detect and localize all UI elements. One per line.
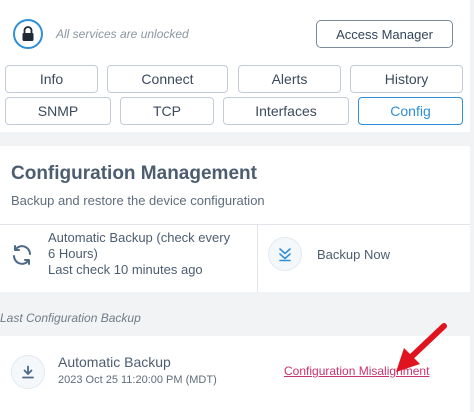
tab-config[interactable]: Config (358, 97, 463, 125)
top-status-bar: All services are unlocked Access Manager (0, 0, 470, 62)
unlock-status-text: All services are unlocked (56, 27, 189, 41)
tab-history[interactable]: History (350, 65, 463, 93)
last-backup-section-label: Last Configuration Backup (0, 311, 141, 325)
divider (0, 224, 470, 225)
auto-backup-line: Automatic Backup (check every (48, 230, 231, 245)
backup-name: Automatic Backup (58, 354, 171, 370)
divider (257, 224, 258, 292)
lock-icon (13, 19, 43, 49)
tab-tcp[interactable]: TCP (120, 97, 214, 125)
tab-snmp[interactable]: SNMP (5, 97, 111, 125)
backup-timestamp: 2023 Oct 25 11:20:00 PM (MDT) (58, 374, 217, 386)
double-chevron-down-icon (268, 237, 302, 271)
tab-bar: Info Connect Alerts History SNMP TCP Int… (0, 62, 470, 132)
last-check-text: Last check 10 minutes ago (48, 262, 203, 277)
backup-now-label: Backup Now (317, 246, 390, 262)
backup-now-button[interactable]: Backup Now (268, 234, 448, 274)
tab-connect[interactable]: Connect (107, 65, 228, 93)
tab-alerts[interactable]: Alerts (238, 65, 341, 93)
sync-icon (10, 243, 34, 272)
auto-backup-line: 6 Hours) (48, 246, 98, 261)
panel-subtitle: Backup and restore the device configurat… (11, 193, 265, 208)
download-icon[interactable] (11, 355, 45, 389)
configuration-management-panel: Configuration Management Backup and rest… (0, 146, 470, 292)
annotation-arrow-icon (396, 323, 447, 372)
access-manager-button[interactable]: Access Manager (316, 20, 453, 48)
panel-title: Configuration Management (11, 163, 257, 184)
tab-info[interactable]: Info (5, 65, 98, 93)
tab-interfaces[interactable]: Interfaces (223, 97, 349, 125)
automatic-backup-status: Automatic Backup (check every 6 Hours) L… (48, 230, 253, 278)
